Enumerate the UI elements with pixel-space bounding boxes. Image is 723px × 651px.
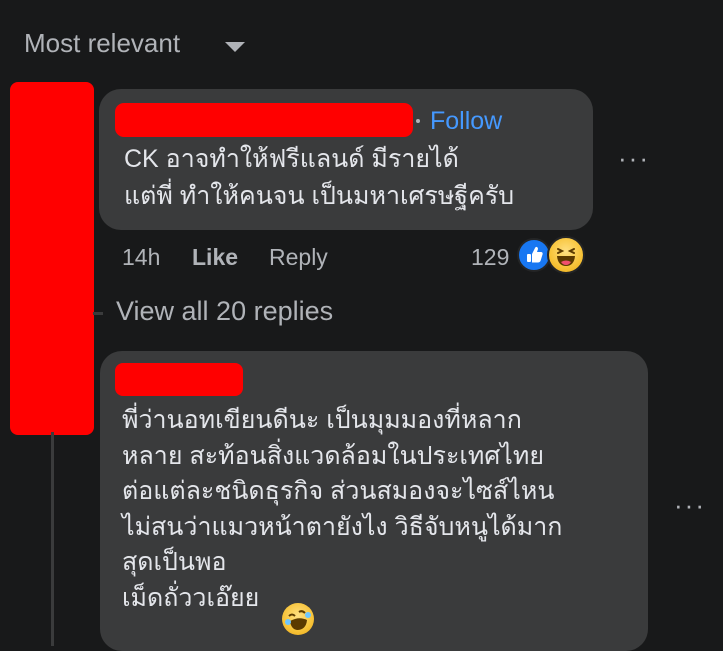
like-icon (517, 238, 551, 272)
reaction-count[interactable]: 129 (471, 244, 509, 271)
author-name-redaction (115, 363, 243, 396)
view-replies-link[interactable]: View all 20 replies (116, 296, 333, 327)
comment-text: CK อาจทำให้ฟรีแลนด์ มีรายได้ แต่พี่ ทำให… (124, 145, 515, 210)
chevron-down-icon[interactable] (225, 42, 245, 52)
reply-button[interactable]: Reply (269, 244, 328, 271)
thread-line (51, 432, 54, 646)
reply-connector (93, 312, 103, 315)
avatar-redaction (10, 82, 94, 435)
more-options-icon[interactable]: ··· (674, 490, 706, 521)
more-options-icon[interactable]: ··· (618, 143, 650, 174)
separator-dot (416, 119, 420, 123)
haha-icon (547, 236, 585, 274)
author-name-redaction (115, 103, 413, 137)
rolling-laughing-icon (282, 603, 314, 635)
like-button-label: Like (192, 244, 239, 270)
comment-timestamp[interactable]: 14h (122, 244, 160, 271)
sort-dropdown-label[interactable]: Most relevant (24, 28, 180, 59)
reply-text: พี่ว่านอทเขียนดีนะ เป็นมุมมองที่หลาก หลา… (122, 406, 563, 612)
like-button[interactable]: Like (192, 244, 238, 271)
follow-button[interactable]: Follow (430, 107, 502, 136)
